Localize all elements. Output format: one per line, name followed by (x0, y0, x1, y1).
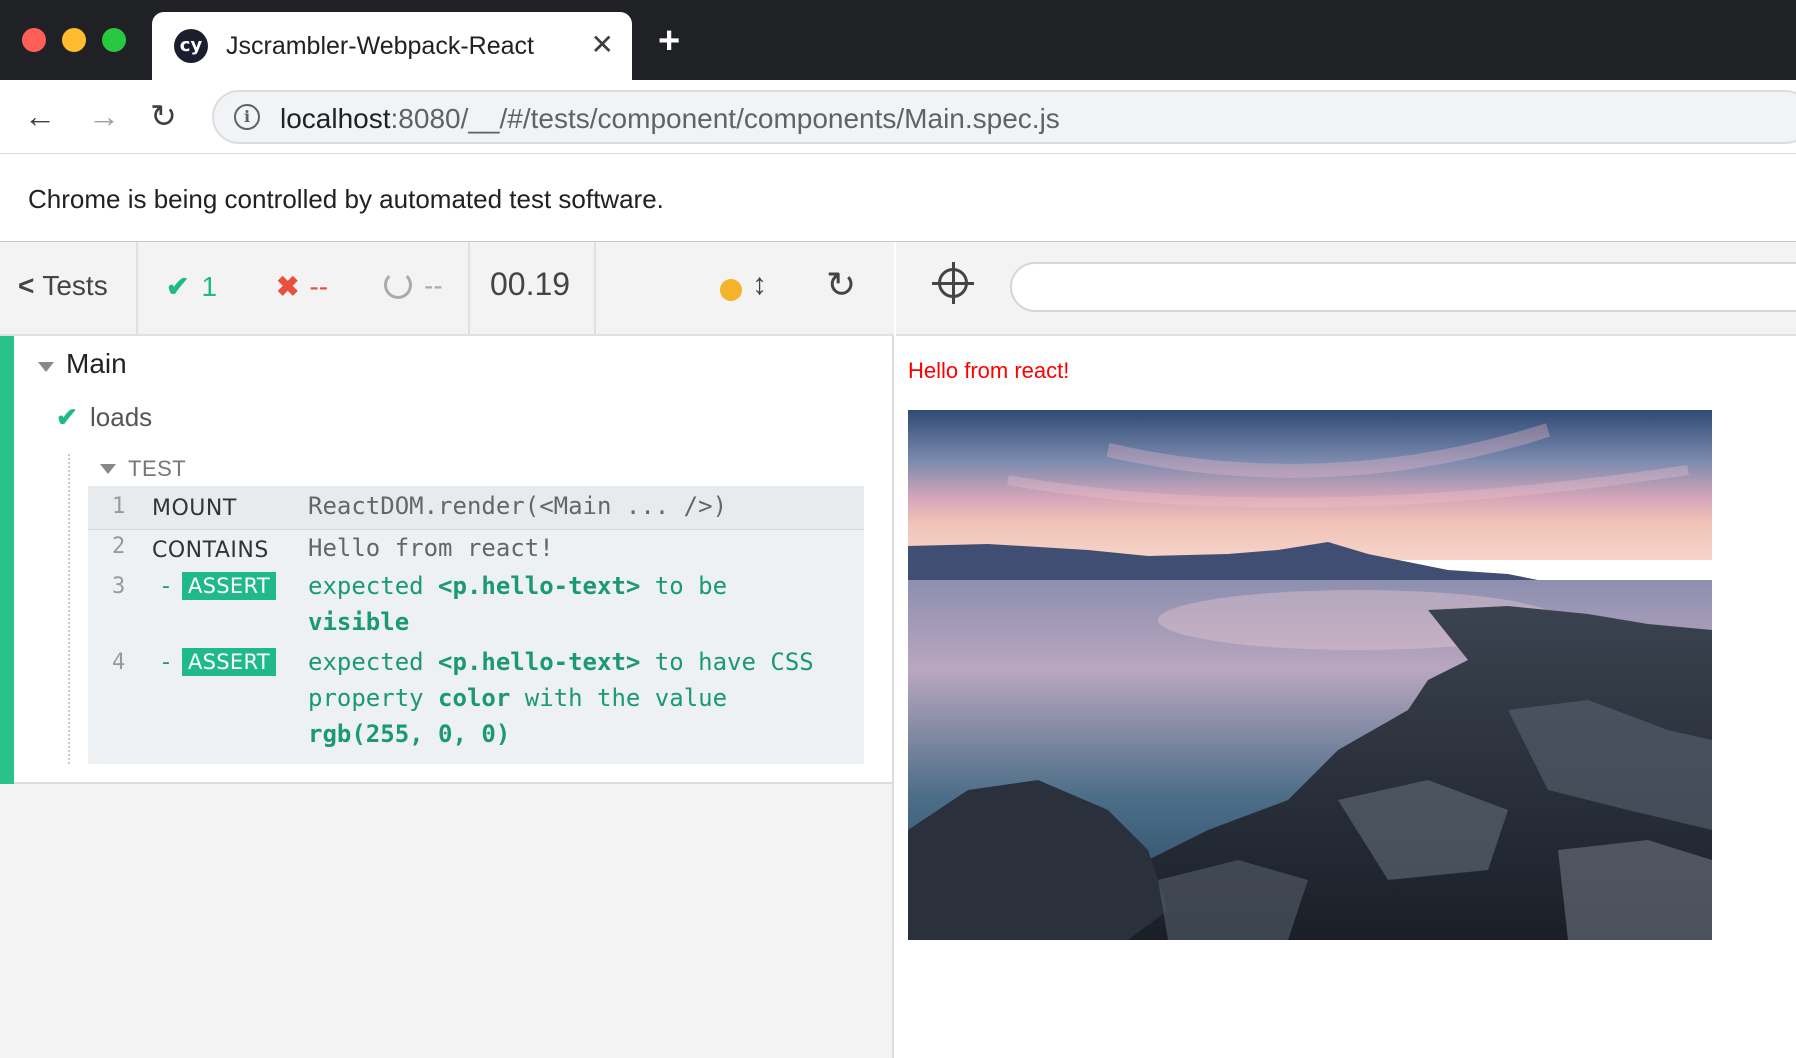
chevron-left-icon: < (18, 270, 35, 301)
run-duration: 00.19 (490, 266, 571, 302)
pending-count[interactable]: -- (384, 270, 443, 302)
msg-part: to have CSS (654, 648, 814, 676)
command-number: 4 (112, 650, 126, 675)
automation-infobar: Chrome is being controlled by automated … (0, 154, 1796, 242)
msg-part: with the value (524, 684, 728, 712)
test-pass-check-icon: ✔ (56, 402, 78, 432)
command-message: expected <p.hello-text> to be visible (308, 568, 848, 640)
url-host: localhost (280, 103, 391, 134)
infobar-message: Chrome is being controlled by automated … (28, 184, 664, 214)
reporter-header: < Tests ✔ 1 ✖ -- -- 00.19 ↕ ↻ (0, 242, 894, 336)
window-close-button[interactable] (22, 28, 46, 52)
suite-pass-bar (0, 336, 14, 784)
cypress-reporter: < Tests ✔ 1 ✖ -- -- 00.19 ↕ ↻ Main ✔ loads … (0, 242, 894, 1058)
tab-title: Jscrambler-Webpack-React (226, 32, 534, 60)
command-number: 3 (112, 574, 126, 599)
command-name: MOUNT (152, 496, 237, 521)
landscape-image (908, 410, 1712, 940)
command-row[interactable]: 4 - ASSERT expected <p.hello-text> to ha… (88, 644, 864, 760)
aut-url-input[interactable] (1010, 262, 1796, 312)
tests-back-link[interactable]: < Tests (18, 270, 108, 302)
url-path: :8080/__/#/tests/component/components/Ma… (390, 103, 1060, 134)
command-number: 2 (112, 534, 126, 559)
test-title[interactable]: loads (90, 402, 152, 433)
msg-part: color (438, 684, 511, 712)
failed-count[interactable]: ✖ -- (276, 270, 328, 303)
aut-iframe: Hello from react! (896, 336, 1796, 1058)
hook-title[interactable]: TEST (128, 456, 186, 482)
command-message: ReactDOM.render(<Main ... />) (308, 492, 728, 520)
command-message: expected <p.hello-text> to have CSS prope… (308, 644, 848, 752)
cross-icon: ✖ (276, 271, 300, 302)
window-minimize-button[interactable] (62, 28, 86, 52)
pending-spinner-icon (384, 271, 412, 299)
assert-badge: ASSERT (182, 572, 276, 600)
browser-tab-bar: cy Jscrambler-Webpack-React ✕ + (0, 0, 1796, 80)
hello-text: Hello from react! (908, 358, 1070, 383)
back-arrow-icon[interactable]: ← (24, 96, 56, 136)
passed-count[interactable]: ✔ 1 (166, 270, 217, 303)
aut-header (896, 242, 1796, 336)
command-row[interactable]: 1 MOUNT ReactDOM.render(<Main ... />) (88, 486, 864, 530)
failed-value: -- (309, 271, 329, 302)
msg-part: rgb(255, 0, 0) (308, 720, 511, 748)
command-row[interactable]: 3 - ASSERT expected <p.hello-text> to be… (88, 568, 864, 640)
rerun-icon[interactable]: ↻ (826, 264, 856, 306)
command-message: Hello from react! (308, 534, 554, 562)
window-maximize-button[interactable] (102, 28, 126, 52)
tab-close-icon[interactable]: ✕ (591, 28, 614, 62)
address-bar[interactable]: i localhost:8080/__/#/tests/component/co… (212, 90, 1796, 144)
header-divider (136, 242, 138, 336)
msg-part: visible (308, 608, 410, 636)
suite-panel: Main ✔ loads TEST 1 MOUNT ReactDOM.rende… (0, 336, 892, 784)
url-text[interactable]: localhost:8080/__/#/tests/component/comp… (280, 103, 1060, 135)
check-icon: ✔ (166, 271, 190, 302)
msg-part: expected (308, 572, 424, 600)
browser-nav-bar: ← → ↻ i localhost:8080/__/#/tests/compon… (0, 80, 1796, 154)
auto-scroll-toggle-icon[interactable]: ↕ (752, 268, 767, 302)
hook-indent-line (68, 454, 70, 764)
command-row[interactable]: 2 CONTAINS Hello from react! (88, 530, 864, 566)
assert-indent-dash: - (162, 574, 170, 599)
command-number: 1 (112, 494, 126, 519)
assert-badge: ASSERT (182, 648, 276, 676)
running-status-dot-icon (720, 279, 742, 301)
tests-label: Tests (42, 270, 108, 301)
msg-part: <p.hello-text> (438, 572, 641, 600)
command-name: CONTAINS (152, 538, 269, 563)
msg-part: property (308, 684, 424, 712)
header-divider (594, 242, 596, 336)
cypress-favicon-icon: cy (174, 29, 208, 63)
msg-part: <p.hello-text> (438, 648, 641, 676)
header-divider (468, 242, 470, 336)
pending-value: -- (424, 270, 443, 301)
crosshair-icon (932, 262, 974, 304)
caret-down-icon[interactable] (100, 464, 116, 474)
command-log: 1 MOUNT ReactDOM.render(<Main ... />) 2 … (88, 486, 864, 764)
assert-indent-dash: - (162, 650, 170, 675)
selector-playground-button[interactable] (896, 242, 1006, 336)
reload-icon[interactable]: ↻ (150, 96, 177, 136)
site-info-icon[interactable]: i (234, 104, 260, 130)
suite-title[interactable]: Main (66, 348, 127, 380)
forward-arrow-icon[interactable]: → (88, 96, 120, 136)
new-tab-plus-icon[interactable]: + (658, 22, 680, 60)
browser-tab-active[interactable]: cy Jscrambler-Webpack-React ✕ (152, 12, 632, 80)
msg-part: to be (654, 572, 728, 600)
caret-down-icon[interactable] (38, 362, 54, 372)
msg-part: expected (308, 648, 424, 676)
passed-value: 1 (201, 271, 218, 302)
